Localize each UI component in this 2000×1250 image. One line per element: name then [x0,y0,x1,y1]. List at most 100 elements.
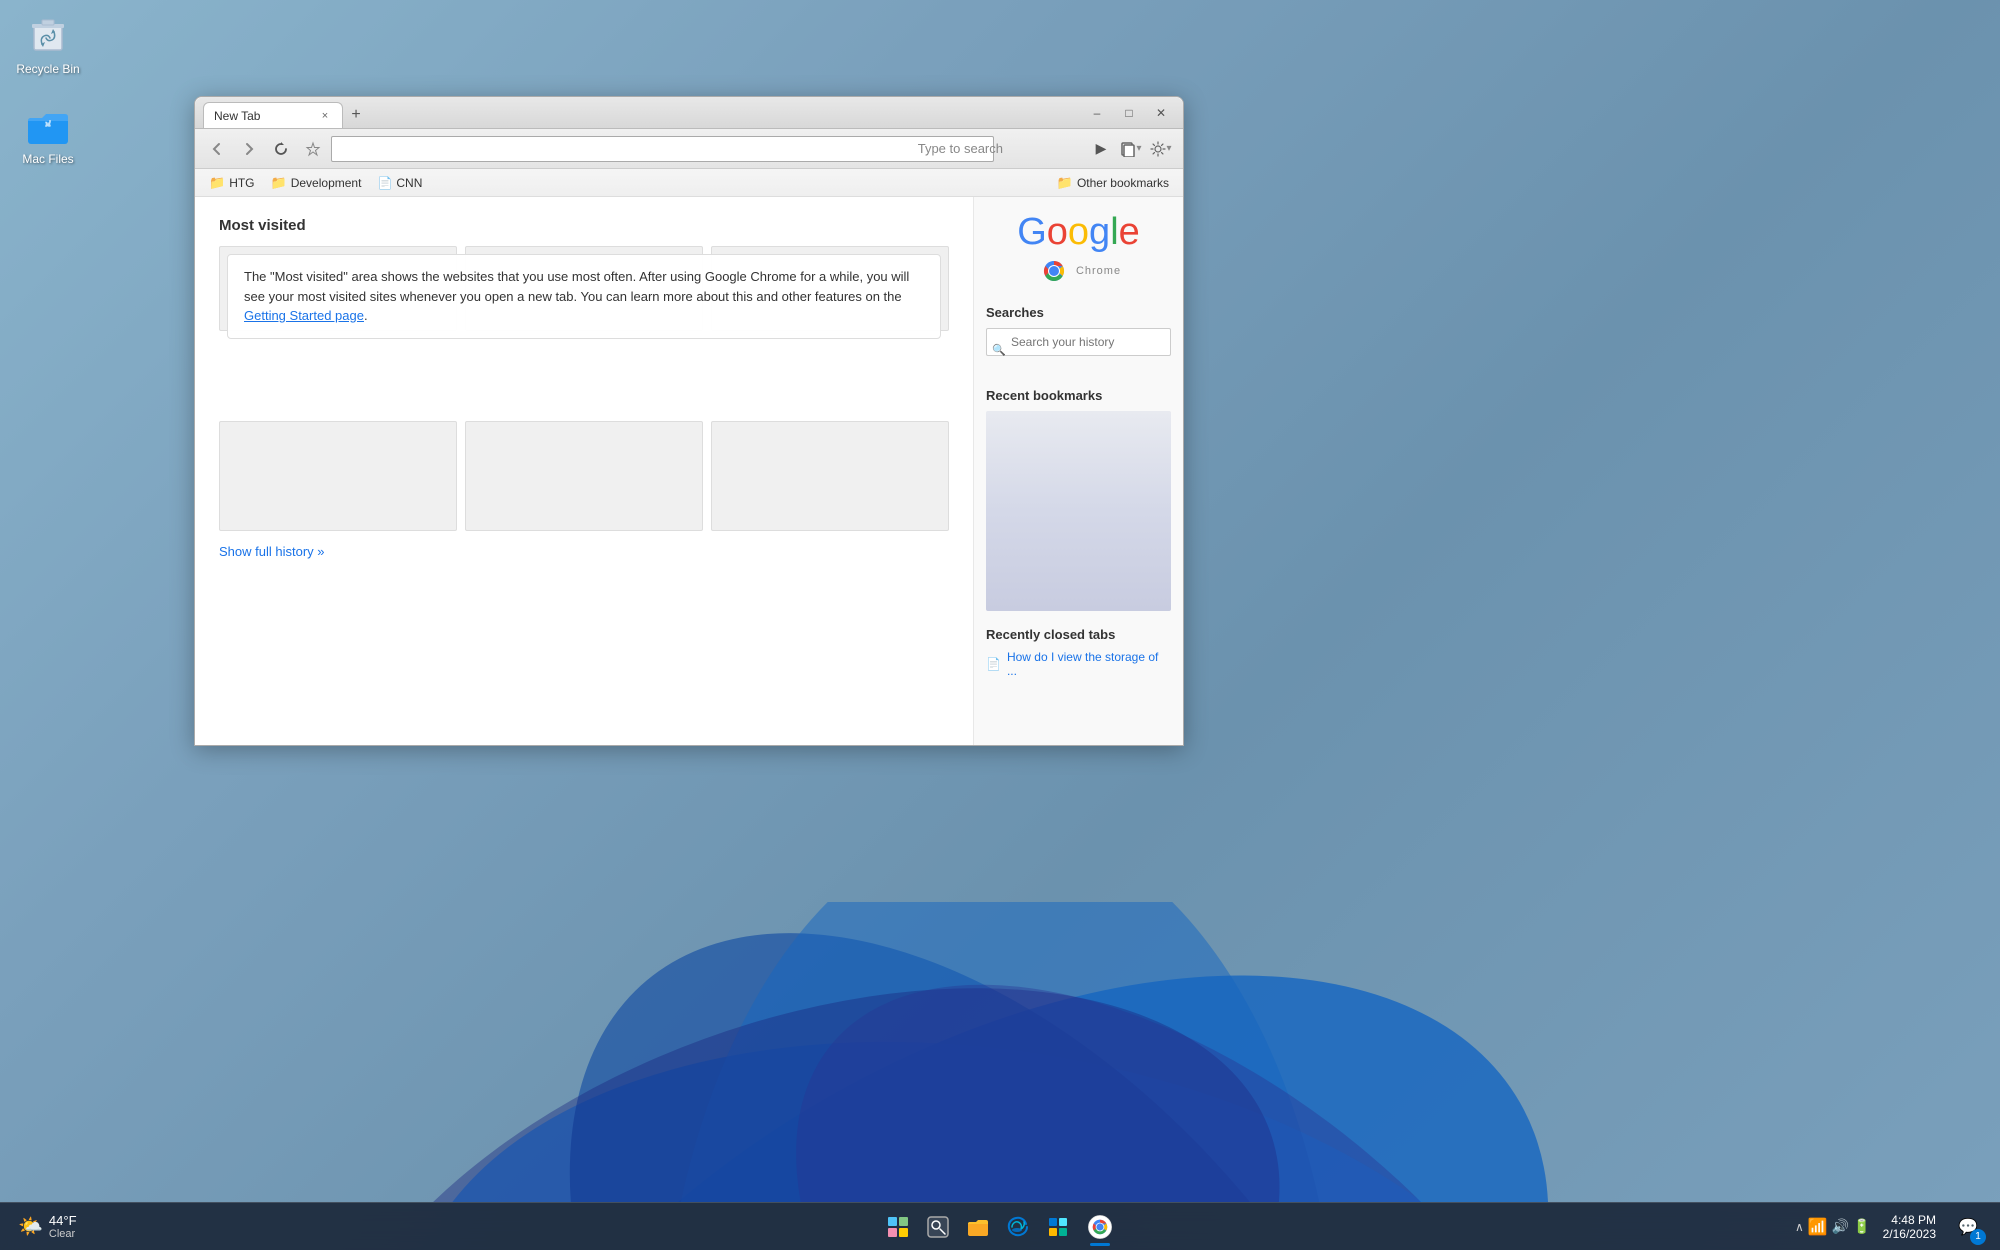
taskbar: 🌤️ 44°F Clear [0,1202,2000,1250]
info-tooltip-container: The "Most visited" area shows the websit… [219,246,949,331]
google-chrome-logo: Google [986,213,1171,289]
most-visited-title: Most visited [219,217,949,234]
recycle-bin-label: Recycle Bin [16,62,79,76]
active-tab[interactable]: New Tab × [203,102,343,128]
start-button[interactable] [880,1209,916,1245]
taskbar-center [880,1207,1120,1247]
bookmarks-bar: 📁 HTG 📁 Development 📄 CNN 📁 Other bookma… [195,169,1183,197]
time-widget[interactable]: 4:48 PM 2/16/2023 [1877,1213,1942,1241]
address-bar[interactable] [331,136,994,162]
page-action-button[interactable]: ▶ [1087,135,1115,163]
title-bar: New Tab × + – □ ✕ [195,97,1183,129]
minimize-button[interactable]: – [1083,102,1111,124]
mac-files-icon[interactable]: Mac Files [8,100,88,166]
page-icon: 📄 [986,657,1001,671]
folder-icon-other: 📁 [1057,175,1073,191]
bookmark-development[interactable]: 📁 Development [265,173,368,193]
tab-close-button[interactable]: × [318,109,332,123]
folder-icon-2: 📁 [271,175,287,191]
bookmark-htg[interactable]: 📁 HTG [203,173,261,193]
chevron-up-icon[interactable]: ∧ [1795,1220,1804,1234]
bookmark-development-label: Development [291,176,362,190]
search-icon: 🔍 [992,344,1006,357]
info-text: The "Most visited" area shows the websit… [244,269,909,304]
battery-icon[interactable]: 🔋 [1853,1218,1870,1235]
chrome-text: Chrome [1076,265,1121,277]
weather-info: 44°F Clear [49,1213,77,1240]
g-letter-red2: e [1119,211,1140,253]
back-button[interactable] [203,135,231,163]
g-letter-blue: G [1017,211,1047,253]
other-bookmarks[interactable]: 📁 Other bookmarks [1051,173,1175,193]
store-button[interactable] [1040,1209,1076,1245]
bookmark-cnn[interactable]: 📄 CNN [371,174,428,192]
google-name: Google [1017,213,1140,251]
right-sidebar: Google [973,197,1183,745]
clock-date: 2/16/2023 [1883,1227,1936,1241]
tab-label: New Tab [214,109,260,123]
thumbnail-top-row: The "Most visited" area shows the websit… [219,246,949,331]
chrome-label-row: Chrome [1036,253,1121,289]
main-content-area: Most visited The "Most visi [195,197,973,745]
new-tab-button[interactable]: + [343,102,369,128]
search-history-input[interactable] [986,328,1171,356]
edge-browser-button[interactable] [1000,1209,1036,1245]
g-letter-green: l [1110,211,1118,253]
page-icon-cnn: 📄 [377,176,392,190]
thumbnail-cell-6 [711,421,949,531]
taskbar-right: ∧ 📶 🔊 🔋 4:48 PM 2/16/2023 💬 1 [1795,1207,2000,1247]
thumbnail-bottom-row [219,421,949,531]
bookmark-star-button[interactable] [299,135,327,163]
refresh-button[interactable] [267,135,295,163]
settings-button[interactable]: ▾ [1147,135,1175,163]
recent-bookmarks-title: Recent bookmarks [986,388,1171,403]
other-bookmarks-label: Other bookmarks [1077,176,1169,190]
mac-files-image [24,100,72,148]
thumbnail-cell-5 [465,421,703,531]
mac-files-label: Mac Files [22,152,73,166]
getting-started-link[interactable]: Getting Started page [244,308,364,323]
closed-tab-label: How do I view the storage of ... [1007,650,1171,678]
chrome-taskbar-icon[interactable] [1080,1207,1120,1247]
info-text-end: . [364,308,368,323]
searches-section-title: Searches [986,305,1171,320]
close-button[interactable]: ✕ [1147,102,1175,124]
wallpaper-flower [0,902,2000,1202]
taskbar-search-button[interactable] [920,1209,956,1245]
g-letter-yellow: o [1068,211,1089,253]
show-history-link[interactable]: Show full history » [219,544,325,559]
recently-closed-title: Recently closed tabs [986,627,1171,642]
volume-icon[interactable]: 🔊 [1832,1218,1849,1235]
g-letter-red: o [1047,211,1068,253]
notification-badge: 1 [1970,1229,1986,1245]
window-controls: – □ ✕ [1083,102,1175,124]
search-box-wrapper: 🔍 [986,328,1171,372]
system-tray: ∧ 📶 🔊 🔋 [1795,1217,1871,1237]
taskbar-left: 🌤️ 44°F Clear [0,1213,85,1240]
closed-tab-item[interactable]: 📄 How do I view the storage of ... [986,650,1171,678]
weather-icon: 🌤️ [18,1214,43,1239]
folder-icon: 📁 [209,175,225,191]
forward-button[interactable] [235,135,263,163]
new-page-button[interactable]: ▾ [1117,135,1145,163]
browser-content: Most visited The "Most visi [195,197,1183,745]
desktop: Recycle Bin Mac Files New Tab × + [0,0,2000,1250]
file-manager-button[interactable] [960,1209,996,1245]
active-app-indicator [1090,1243,1110,1246]
navigation-bar: Type to search ▶ ▾ ▾ [195,129,1183,169]
thumbnail-cell-4 [219,421,457,531]
browser-window: New Tab × + – □ ✕ [194,96,1184,746]
weather-widget[interactable]: 🌤️ 44°F Clear [10,1213,85,1240]
temperature: 44°F [49,1213,77,1228]
recent-bookmarks-area [986,411,1171,611]
notification-center[interactable]: 💬 1 [1948,1207,1988,1247]
recycle-bin-icon[interactable]: Recycle Bin [8,10,88,76]
network-icon[interactable]: 📶 [1808,1217,1828,1237]
info-tooltip: The "Most visited" area shows the websit… [227,254,941,339]
bookmark-cnn-label: CNN [396,176,422,190]
clock-time: 4:48 PM [1883,1213,1936,1227]
weather-condition: Clear [49,1228,77,1240]
recycle-bin-image [24,10,72,58]
maximize-button[interactable]: □ [1115,102,1143,124]
g-letter-blue2: g [1089,211,1110,253]
